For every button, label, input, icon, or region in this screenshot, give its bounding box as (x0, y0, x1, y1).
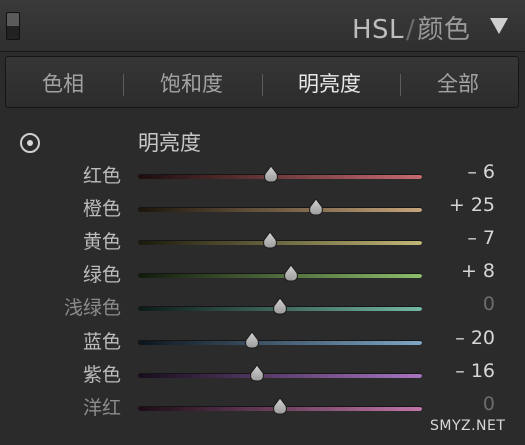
slider-track[interactable] (138, 240, 422, 245)
panel-toggle-switch[interactable] (6, 12, 20, 40)
slider-value[interactable]: – 20 (438, 327, 495, 349)
slider-label: 黄色 (82, 231, 121, 253)
slider-row: 绿色 + 8 (0, 260, 525, 290)
panel-title-hsl: HSL (352, 15, 405, 45)
tab-divider (262, 74, 263, 96)
slider-value[interactable]: 0 (438, 293, 495, 315)
tab-all[interactable]: 全部 (437, 68, 479, 98)
slider-label: 浅绿色 (63, 297, 121, 319)
slider-label: 蓝色 (82, 331, 121, 353)
hsl-tab-bar: 色相 饱和度 明亮度 全部 (5, 56, 519, 108)
tab-luminance[interactable]: 明亮度 (298, 68, 361, 98)
slider-thumb[interactable] (262, 165, 280, 183)
slider-thumb[interactable] (243, 331, 261, 349)
section-title: 明亮度 (138, 131, 201, 155)
tab-divider (400, 74, 401, 96)
slider-label: 橙色 (82, 198, 121, 220)
slider-row: 红色 – 6 (0, 161, 525, 191)
slider-track[interactable] (138, 207, 422, 212)
slider-row: 黄色 – 7 (0, 227, 525, 257)
slider-label: 绿色 (82, 264, 121, 286)
collapse-triangle-icon[interactable] (490, 18, 508, 34)
slider-track[interactable] (138, 273, 422, 278)
slider-thumb[interactable] (271, 397, 289, 415)
slider-track[interactable] (138, 373, 422, 378)
watermark: SMYZ.NET (430, 418, 506, 434)
target-adjust-icon[interactable] (20, 133, 40, 153)
panel-title: HSL/颜色 (352, 9, 470, 46)
slider-value[interactable]: – 16 (438, 360, 495, 382)
slider-row: 蓝色 – 20 (0, 327, 525, 357)
slider-value[interactable]: – 6 (438, 161, 495, 183)
slider-thumb[interactable] (282, 264, 300, 282)
slider-thumb[interactable] (307, 198, 325, 216)
slider-row: 紫色 – 16 (0, 360, 525, 390)
slider-label: 紫色 (82, 364, 121, 386)
panel-title-color[interactable]: 颜色 (417, 15, 470, 45)
panel-title-separator: / (406, 15, 416, 45)
slider-value[interactable]: + 25 (438, 194, 495, 216)
tab-saturation[interactable]: 饱和度 (160, 68, 223, 98)
slider-thumb[interactable] (261, 231, 279, 249)
slider-label: 红色 (82, 165, 121, 187)
slider-thumb[interactable] (271, 297, 289, 315)
tab-hue[interactable]: 色相 (42, 68, 84, 98)
slider-row: 浅绿色 0 (0, 293, 525, 323)
slider-value[interactable]: + 8 (438, 260, 495, 282)
slider-track[interactable] (138, 340, 422, 345)
tab-divider (123, 74, 124, 96)
slider-label: 洋红 (82, 397, 121, 419)
slider-value[interactable]: 0 (438, 393, 495, 415)
slider-value[interactable]: – 7 (438, 227, 495, 249)
slider-thumb[interactable] (248, 364, 266, 382)
slider-row: 橙色 + 25 (0, 194, 525, 224)
panel-header[interactable]: HSL/颜色 (0, 0, 525, 52)
